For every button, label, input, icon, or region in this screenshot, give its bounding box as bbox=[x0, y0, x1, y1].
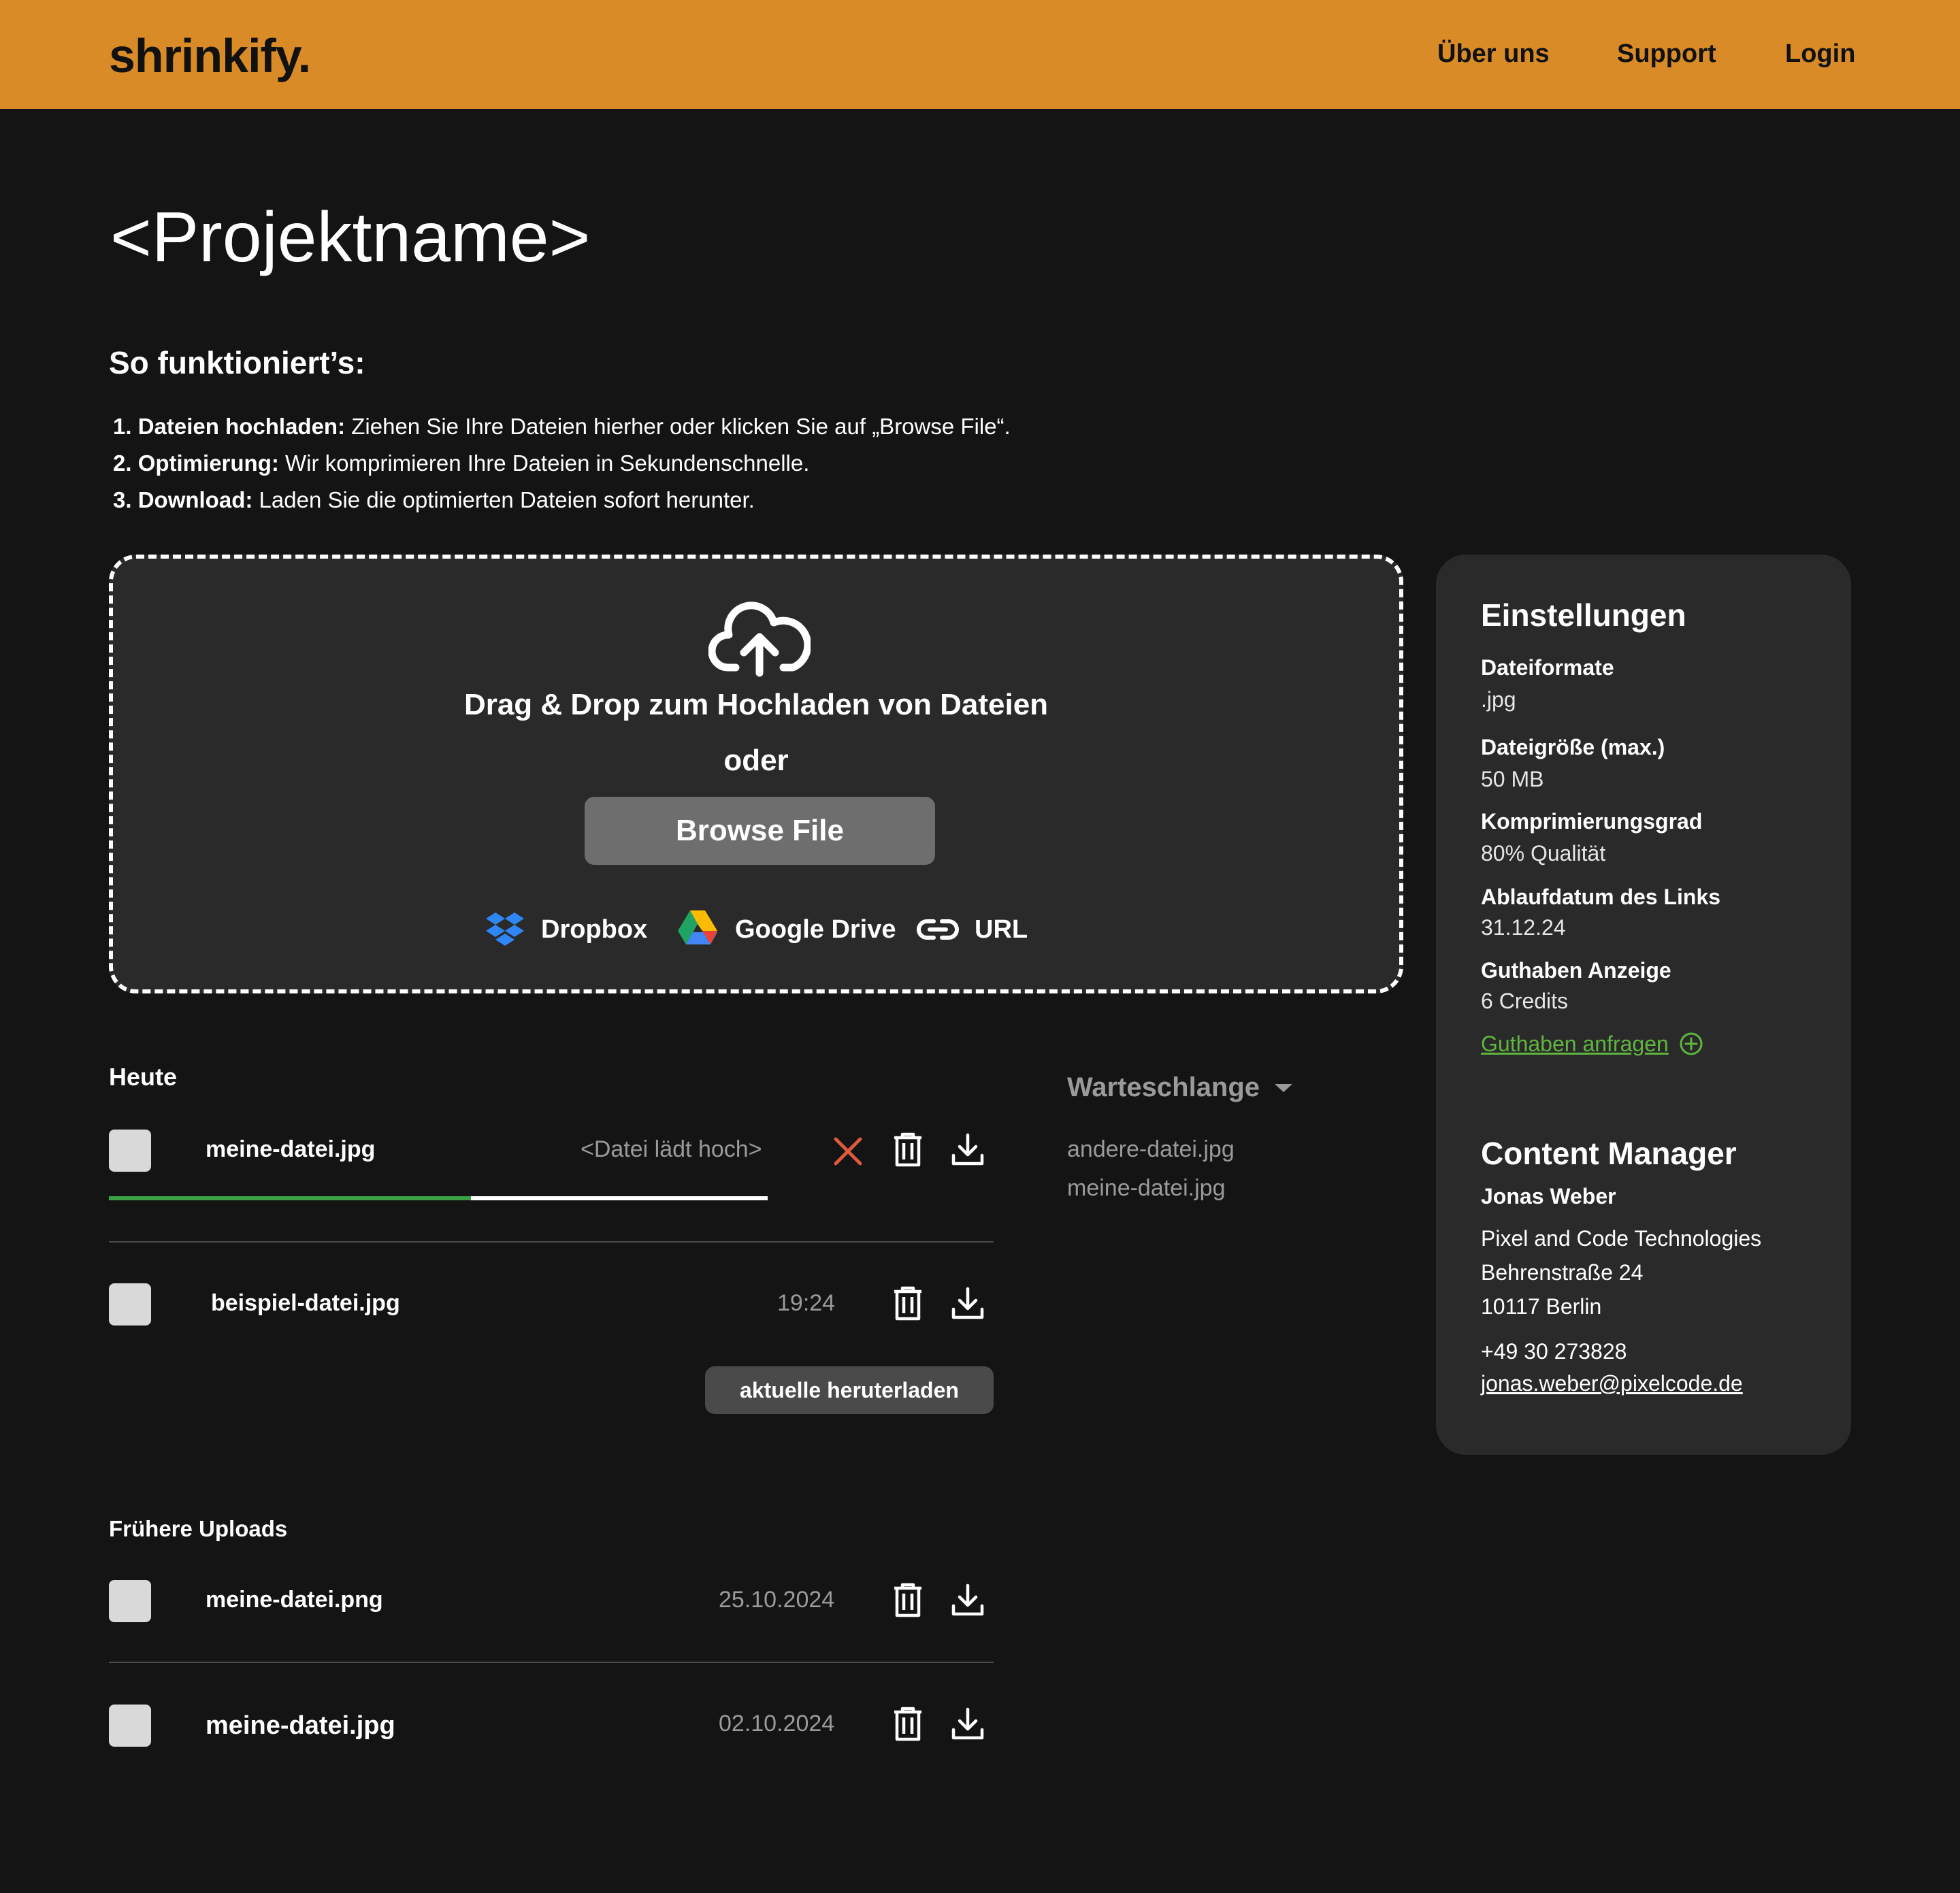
setting-label: Guthaben Anzeige bbox=[1481, 958, 1671, 983]
queue-title: Warteschlange bbox=[1067, 1072, 1260, 1102]
howto-step: 1. Dateien hochladen: Ziehen Sie Ihre Da… bbox=[113, 414, 1011, 439]
upload-date: 25.10.2024 bbox=[719, 1587, 835, 1613]
dropzone-or: oder bbox=[723, 744, 789, 777]
trash-icon[interactable] bbox=[890, 1132, 926, 1168]
nav-link-about[interactable]: Über uns bbox=[1437, 39, 1550, 69]
upload-date: 02.10.2024 bbox=[719, 1711, 835, 1736]
download-current-button[interactable]: aktuelle heruterladen bbox=[705, 1366, 994, 1414]
source-google-drive-label: Google Drive bbox=[735, 915, 896, 944]
queue-item: meine-datei.jpg bbox=[1067, 1175, 1226, 1201]
file-name: meine-datei.png bbox=[206, 1587, 383, 1613]
chevron-down-icon bbox=[1275, 1083, 1293, 1092]
content-manager-email[interactable]: jonas.weber@pixelcode.de bbox=[1481, 1371, 1743, 1396]
trash-icon[interactable] bbox=[890, 1286, 926, 1321]
download-icon[interactable] bbox=[950, 1707, 985, 1742]
setting-value: 6 Credits bbox=[1481, 989, 1569, 1013]
howto-step: 2. Optimierung: Wir komprimieren Ihre Da… bbox=[113, 450, 810, 476]
row-divider bbox=[109, 1241, 994, 1242]
browse-file-button[interactable]: Browse File bbox=[585, 797, 935, 865]
content-manager-name: Jonas Weber bbox=[1481, 1184, 1616, 1208]
content-manager-title: Content Manager bbox=[1481, 1136, 1737, 1171]
row-checkbox[interactable] bbox=[109, 1705, 151, 1747]
setting-label: Dateigröße (max.) bbox=[1481, 735, 1665, 759]
queue-dropdown[interactable]: Warteschlange bbox=[1067, 1072, 1295, 1103]
settings-panel: Einstellungen Dateiformate .jpg Dateigrö… bbox=[1436, 555, 1851, 1455]
nav-link-support[interactable]: Support bbox=[1617, 39, 1716, 69]
trash-icon[interactable] bbox=[890, 1583, 926, 1618]
queue-item: andere-datei.jpg bbox=[1067, 1136, 1235, 1162]
file-name: meine-datei.jpg bbox=[206, 1711, 395, 1740]
trash-icon[interactable] bbox=[890, 1707, 926, 1742]
upload-progress-fill bbox=[109, 1196, 472, 1200]
dropbox-icon bbox=[486, 912, 524, 946]
earlier-section-label: Frühere Uploads bbox=[109, 1516, 288, 1541]
google-drive-icon bbox=[678, 910, 717, 944]
dropzone-title: Drag & Drop zum Hochladen von Dateien bbox=[463, 688, 1049, 721]
content-manager-company: Pixel and Code Technologies bbox=[1481, 1226, 1762, 1251]
setting-value: 80% Qualität bbox=[1481, 841, 1606, 866]
setting-value: 31.12.24 bbox=[1481, 915, 1566, 940]
source-url[interactable]: URL bbox=[916, 906, 1028, 953]
row-checkbox[interactable] bbox=[109, 1130, 151, 1172]
top-navigation-bar: shrinkify. Über uns Support Login bbox=[0, 0, 1960, 109]
howto-title: So funktioniert’s: bbox=[109, 345, 365, 380]
row-checkbox[interactable] bbox=[109, 1580, 151, 1622]
setting-value: 50 MB bbox=[1481, 767, 1544, 791]
plus-circle-icon bbox=[1680, 1032, 1703, 1055]
brand-logo[interactable]: shrinkify. bbox=[109, 29, 311, 83]
howto-steps: 1. Dateien hochladen: Ziehen Sie Ihre Da… bbox=[113, 408, 1011, 518]
upload-progress-bar bbox=[109, 1196, 768, 1200]
settings-title: Einstellungen bbox=[1481, 597, 1686, 633]
request-credits-label: Guthaben anfragen bbox=[1481, 1031, 1669, 1056]
setting-label: Ablaufdatum des Links bbox=[1481, 885, 1721, 909]
uploading-file-name: meine-datei.jpg bbox=[206, 1136, 376, 1162]
source-dropbox-label: Dropbox bbox=[541, 915, 648, 944]
source-url-label: URL bbox=[975, 915, 1028, 944]
content-manager-phone: +49 30 273828 bbox=[1481, 1339, 1627, 1364]
file-name: beispiel-datei.jpg bbox=[211, 1290, 400, 1316]
download-icon[interactable] bbox=[950, 1583, 985, 1618]
nav-link-login[interactable]: Login bbox=[1785, 39, 1855, 69]
link-icon bbox=[917, 919, 959, 940]
today-section-label: Heute bbox=[109, 1063, 178, 1091]
source-google-drive[interactable]: Google Drive bbox=[675, 906, 896, 953]
setting-label: Komprimierungsgrad bbox=[1481, 809, 1703, 834]
cancel-upload-icon[interactable] bbox=[830, 1134, 866, 1169]
upload-status: <Datei lädt hoch> bbox=[581, 1136, 762, 1162]
cloud-upload-icon bbox=[708, 602, 811, 677]
source-dropbox[interactable]: Dropbox bbox=[484, 906, 647, 953]
content-manager-street: Behrenstraße 24 bbox=[1481, 1260, 1644, 1285]
file-dropzone[interactable]: Drag & Drop zum Hochladen von Dateien od… bbox=[109, 555, 1403, 993]
howto-step: 3. Download: Laden Sie die optimierten D… bbox=[113, 487, 755, 512]
row-divider bbox=[109, 1662, 994, 1663]
download-icon[interactable] bbox=[950, 1132, 985, 1168]
page-title: <Projektname> bbox=[110, 198, 591, 277]
row-checkbox[interactable] bbox=[109, 1283, 151, 1326]
setting-label: Dateiformate bbox=[1481, 655, 1614, 680]
content-manager-city: 10117 Berlin bbox=[1481, 1294, 1602, 1319]
setting-value: .jpg bbox=[1481, 687, 1516, 712]
request-credits-link[interactable]: Guthaben anfragen bbox=[1481, 1031, 1704, 1057]
upload-time: 19:24 bbox=[777, 1290, 836, 1316]
download-icon[interactable] bbox=[950, 1286, 985, 1321]
